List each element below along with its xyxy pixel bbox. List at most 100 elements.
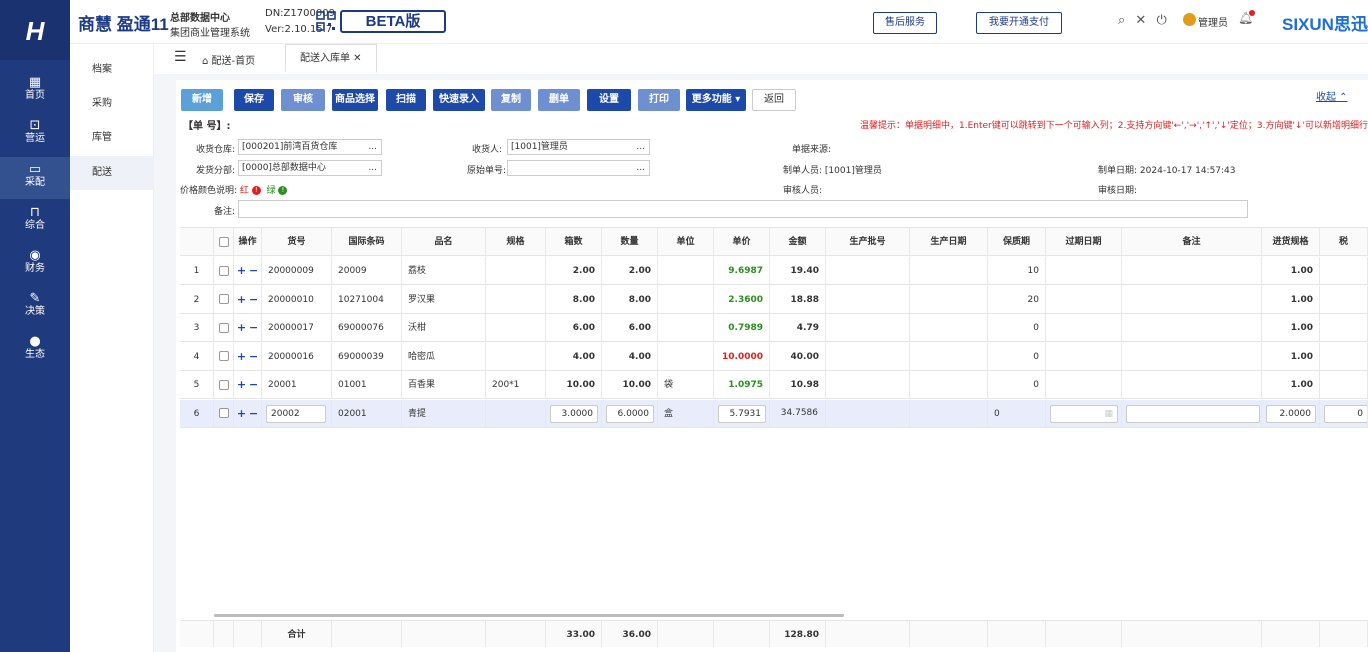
table-row[interactable]: 4 + −20000016 69000039 哈密瓜 4.00 4.00 10.0000 40… [180, 342, 1368, 371]
table-row[interactable]: 3 + −20000017 69000076 沃柑 6.00 6.00 0.7989 4.79… [180, 314, 1368, 342]
row-checkbox[interactable] [218, 408, 229, 418]
submenu-item-3[interactable]: 配送 [70, 156, 154, 190]
search-icon[interactable]: ⌕ [1118, 13, 1125, 28]
orig-no-picker-button[interactable]: ... [636, 161, 645, 175]
edit-input-tax[interactable]: 0 [1324, 404, 1367, 423]
edit-cell-cb [214, 399, 234, 427]
sidebar-item-0[interactable]: ▦ 首页 [0, 70, 70, 112]
warehouse-picker-button[interactable]: ... [368, 140, 377, 154]
maker-label: 制单人员: [1001]管理员 [783, 163, 882, 176]
table-row[interactable]: 5 + −20001 01001 百香果 200*1 10.00 10.00 袋 1.0975 1… [180, 371, 1368, 399]
remove-row-icon[interactable]: − [249, 264, 258, 277]
power-icon[interactable]: ⏻ [1156, 13, 1166, 28]
tab-current[interactable]: 配送入库单 ✕ [285, 44, 377, 73]
orig-no-field[interactable]: ... [507, 160, 650, 176]
select-goods-button[interactable]: 商品选择 [332, 89, 378, 111]
avatar[interactable] [1183, 13, 1196, 26]
header-tax: 税 [1320, 228, 1368, 255]
edit-input-expiry[interactable]: ▦ [1050, 404, 1118, 423]
receiver-field[interactable]: [1001]管理员... [507, 139, 650, 155]
cell-boxes: 10.00 [546, 371, 602, 398]
remark-field[interactable] [238, 200, 1248, 218]
edit-input-qty[interactable]: 6.0000 [606, 404, 654, 423]
edit-input-price[interactable]: 5.7931 [718, 404, 766, 423]
sidebar-item-1[interactable]: ⊡ 营运 [0, 113, 70, 155]
row-checkbox[interactable] [218, 351, 229, 361]
back-button[interactable]: 返回 [752, 89, 796, 111]
collapse-link[interactable]: 收起 ⌃ [1316, 88, 1348, 103]
cell-amount: 10.98 [770, 371, 826, 398]
edit-cell-unit: 盒 [658, 399, 714, 427]
print-button[interactable]: 打印 [638, 89, 680, 111]
tab-home[interactable]: ⌂ 配送-首页 [202, 52, 255, 67]
add-row-icon[interactable]: + [237, 378, 246, 391]
user-name[interactable]: 管理员 [1198, 14, 1228, 29]
audit-button[interactable]: 审核 [281, 89, 325, 111]
cell-boxes: 6.00 [546, 314, 602, 341]
row-checkbox[interactable] [218, 265, 229, 276]
delete-button[interactable]: 删单 [538, 89, 580, 111]
submenu-item-0[interactable]: 档案 [70, 53, 154, 87]
menu-toggle-icon[interactable]: ☰ [174, 49, 187, 65]
row-checkbox[interactable] [218, 379, 229, 390]
cell-qty: 10.00 [602, 371, 658, 398]
nav-label: 生态 [25, 349, 45, 360]
sidebar-item-4[interactable]: ◉ 财务 [0, 243, 70, 285]
sidebar-item-3[interactable]: ⊓ 综合 [0, 200, 70, 242]
copy-button[interactable]: 复制 [491, 89, 531, 111]
table-row[interactable]: 2 + −20000010 10271004 罗汉果 8.00 8.00 2.3600 18.… [180, 285, 1368, 314]
calendar-icon[interactable]: ▦ [1104, 406, 1113, 422]
table-footer: 合计 33.00 36.00 128.80 [180, 620, 1368, 647]
remove-row-icon[interactable]: − [249, 407, 258, 420]
new-button[interactable]: 新增 [181, 89, 223, 111]
price-color-legend: 价格颜色说明: 红 ! 绿 ! [180, 183, 288, 196]
sidebar-item-6[interactable]: ● 生态 [0, 329, 70, 371]
row-checkbox[interactable] [218, 322, 229, 333]
remove-row-icon[interactable]: − [249, 321, 258, 334]
save-button[interactable]: 保存 [234, 89, 274, 111]
sidebar-item-5[interactable]: ✎ 决策 [0, 286, 70, 328]
table-row[interactable]: 1 + −20000009 20009 荔枝 2.00 2.00 9.6987 19.40 10… [180, 257, 1368, 285]
warehouse-field[interactable]: [000201]前湾百货仓库... [238, 139, 382, 155]
table-row-editing[interactable]: 6 + −20002 02001 青提 3.0000 6.0000 盒 5.7931 34.75… [180, 399, 1368, 428]
beta-badge: BETA版 [340, 10, 446, 33]
add-row-icon[interactable]: + [237, 321, 246, 334]
header-checkbox-cell[interactable] [214, 228, 234, 255]
submenu-item-1[interactable]: 采购 [70, 87, 154, 121]
branch-value: [0000]总部数据中心 [242, 163, 326, 173]
edit-input-amount[interactable]: 34.7586 [770, 405, 822, 423]
remove-row-icon[interactable]: − [249, 293, 258, 306]
header-op: 操作 [234, 228, 262, 255]
scan-button[interactable]: 扫描 [386, 89, 426, 111]
edit-input-purchase_spec[interactable]: 2.0000 [1266, 404, 1316, 423]
cell-name: 沃柑 [402, 314, 486, 341]
remove-row-icon[interactable]: − [249, 350, 258, 363]
edit-input-boxes[interactable]: 3.0000 [550, 404, 598, 423]
branch-field[interactable]: [0000]总部数据中心... [238, 160, 382, 176]
qrcode-icon[interactable] [316, 11, 336, 31]
horizontal-scrollbar[interactable] [214, 614, 844, 617]
after-sales-button[interactable]: 售后服务 [873, 12, 937, 34]
select-all-checkbox[interactable] [218, 236, 229, 247]
settings-button[interactable]: 设置 [587, 89, 631, 111]
open-payment-button[interactable]: 我要开通支付 [976, 12, 1062, 34]
branch-picker-button[interactable]: ... [368, 161, 377, 175]
submenu-item-2[interactable]: 库管 [70, 121, 154, 155]
add-row-icon[interactable]: + [237, 407, 246, 420]
sidebar-item-2[interactable]: ▭ 采配 [0, 157, 70, 199]
add-row-icon[interactable]: + [237, 293, 246, 306]
fullscreen-icon[interactable]: ✕ [1135, 13, 1146, 28]
add-row-icon[interactable]: + [237, 264, 246, 277]
quick-entry-button[interactable]: 快速录入 [433, 89, 485, 111]
edit-input-remark[interactable] [1126, 404, 1260, 423]
nav-icon: ▦ [28, 75, 42, 90]
footer-op [234, 621, 262, 647]
edit-input-code[interactable]: 20002 [266, 404, 326, 423]
edit-cell-shelf: 0 [988, 399, 1046, 427]
add-row-icon[interactable]: + [237, 350, 246, 363]
remove-row-icon[interactable]: − [249, 378, 258, 391]
green-label: 绿 [266, 186, 276, 196]
receiver-picker-button[interactable]: ... [636, 140, 645, 154]
row-checkbox[interactable] [218, 294, 229, 304]
more-functions-button[interactable]: 更多功能 ▾ [686, 89, 746, 111]
